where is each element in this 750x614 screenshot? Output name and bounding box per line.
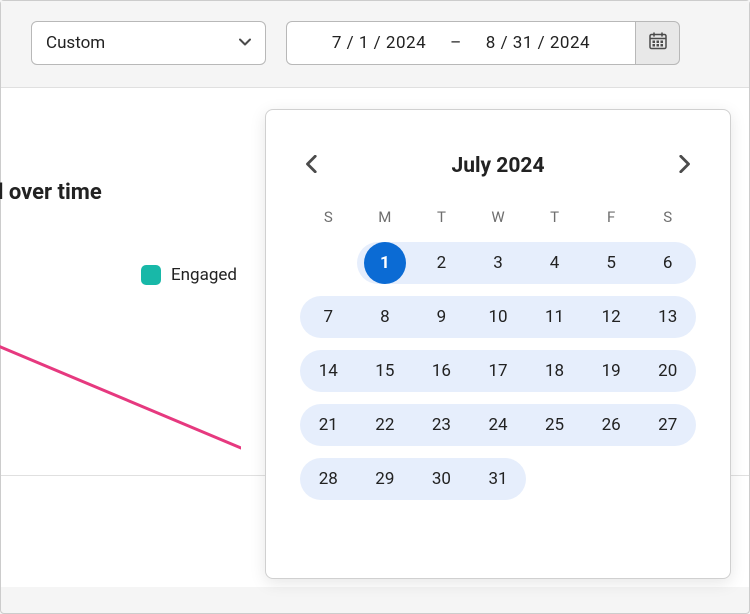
chevron-left-icon (304, 155, 320, 177)
calendar-day[interactable]: 7 (300, 296, 357, 338)
calendar-day-number: 27 (658, 415, 677, 435)
weekday-label: F (583, 208, 640, 226)
calendar-day[interactable]: 30 (413, 458, 470, 500)
date-start: 7 / 1 / 2024 (332, 33, 426, 53)
calendar-day[interactable]: 1 (357, 242, 414, 284)
calendar-day-number: 18 (545, 361, 564, 381)
calendar-day[interactable]: 17 (470, 350, 527, 392)
weekday-label: T (413, 208, 470, 226)
calendar-day[interactable]: 25 (526, 404, 583, 446)
calendar-next-button[interactable] (672, 154, 696, 178)
calendar-day-number: 28 (319, 469, 338, 489)
chevron-right-icon (676, 155, 692, 177)
calendar-month-title: July 2024 (451, 154, 544, 178)
legend-swatch-engaged (141, 265, 161, 285)
calendar-day-number: 25 (545, 415, 564, 435)
calendar-day-number: 4 (550, 253, 560, 273)
calendar-day-number: 8 (380, 307, 390, 327)
calendar-day-number: 5 (606, 253, 616, 273)
calendar-day[interactable]: 29 (357, 458, 414, 500)
weekday-label: T (526, 208, 583, 226)
calendar-day[interactable]: 27 (639, 404, 696, 446)
calendar-day[interactable]: 23 (413, 404, 470, 446)
calendar-day-number: 17 (488, 361, 507, 381)
calendar-popover: July 2024 SMTWTFS 1234567891011121314151… (265, 109, 731, 579)
calendar-day-number: 26 (602, 415, 621, 435)
calendar-day[interactable]: 14 (300, 350, 357, 392)
calendar-day-number: 12 (602, 307, 621, 327)
calendar-day-number: 13 (658, 307, 677, 327)
calendar-day-number: 19 (602, 361, 621, 381)
calendar-day[interactable]: 12 (583, 296, 640, 338)
calendar-day-number: 16 (432, 361, 451, 381)
weekday-label: S (639, 208, 696, 226)
calendar-day-number: 2 (437, 253, 447, 273)
calendar-day[interactable]: 5 (583, 242, 640, 284)
calendar-day-number: 20 (658, 361, 677, 381)
calendar-day-number: 22 (375, 415, 394, 435)
calendar-day[interactable]: 24 (470, 404, 527, 446)
calendar-day-number: 11 (545, 307, 564, 327)
calendar-day-number: 29 (375, 469, 394, 489)
calendar-day-number: 15 (375, 361, 394, 381)
calendar-day[interactable]: 2 (413, 242, 470, 284)
calendar-day[interactable]: 31 (470, 458, 527, 500)
calendar-day[interactable]: 21 (300, 404, 357, 446)
calendar-day-number: 14 (319, 361, 338, 381)
select-value: Custom (46, 33, 105, 53)
calendar-day[interactable]: 18 (526, 350, 583, 392)
weekday-label: S (300, 208, 357, 226)
date-range-input[interactable]: 7 / 1 / 2024 – 8 / 31 / 2024 (286, 21, 636, 65)
calendar-toggle-button[interactable] (636, 21, 680, 65)
calendar-day[interactable]: 15 (357, 350, 414, 392)
calendar-day[interactable]: 8 (357, 296, 414, 338)
calendar-day[interactable]: 20 (639, 350, 696, 392)
calendar-day-number: 21 (319, 415, 338, 435)
calendar-day-number: 3 (493, 253, 503, 273)
calendar-day-number: 24 (488, 415, 507, 435)
calendar-day[interactable]: 13 (639, 296, 696, 338)
calendar-day[interactable]: 3 (470, 242, 527, 284)
calendar-day-number: 7 (324, 307, 334, 327)
calendar-day[interactable]: 16 (413, 350, 470, 392)
calendar-day-number: 9 (437, 307, 447, 327)
calendar-day-number: 30 (432, 469, 451, 489)
calendar-day-number: 23 (432, 415, 451, 435)
calendar-empty-cell (300, 242, 357, 284)
calendar-day[interactable]: 11 (526, 296, 583, 338)
calendar-day[interactable]: 9 (413, 296, 470, 338)
calendar-prev-button[interactable] (300, 154, 324, 178)
calendar-icon (648, 31, 668, 55)
calendar-day-number: 6 (663, 253, 673, 273)
legend-label-engaged: Engaged (171, 265, 237, 285)
calendar-day[interactable]: 28 (300, 458, 357, 500)
calendar-day[interactable]: 10 (470, 296, 527, 338)
weekday-label: M (357, 208, 414, 226)
date-range-preset-select[interactable]: Custom (31, 21, 266, 65)
chevron-down-icon (239, 33, 251, 53)
weekday-label: W (470, 208, 527, 226)
calendar-day[interactable]: 6 (639, 242, 696, 284)
calendar-day[interactable]: 19 (583, 350, 640, 392)
calendar-day-number: 1 (380, 253, 390, 273)
calendar-day[interactable]: 22 (357, 404, 414, 446)
calendar-day[interactable]: 26 (583, 404, 640, 446)
date-range-separator: – (450, 33, 462, 53)
date-end: 8 / 31 / 2024 (486, 33, 590, 53)
calendar-day-number: 31 (488, 469, 507, 489)
calendar-day[interactable]: 4 (526, 242, 583, 284)
calendar-day-number: 10 (488, 307, 507, 327)
